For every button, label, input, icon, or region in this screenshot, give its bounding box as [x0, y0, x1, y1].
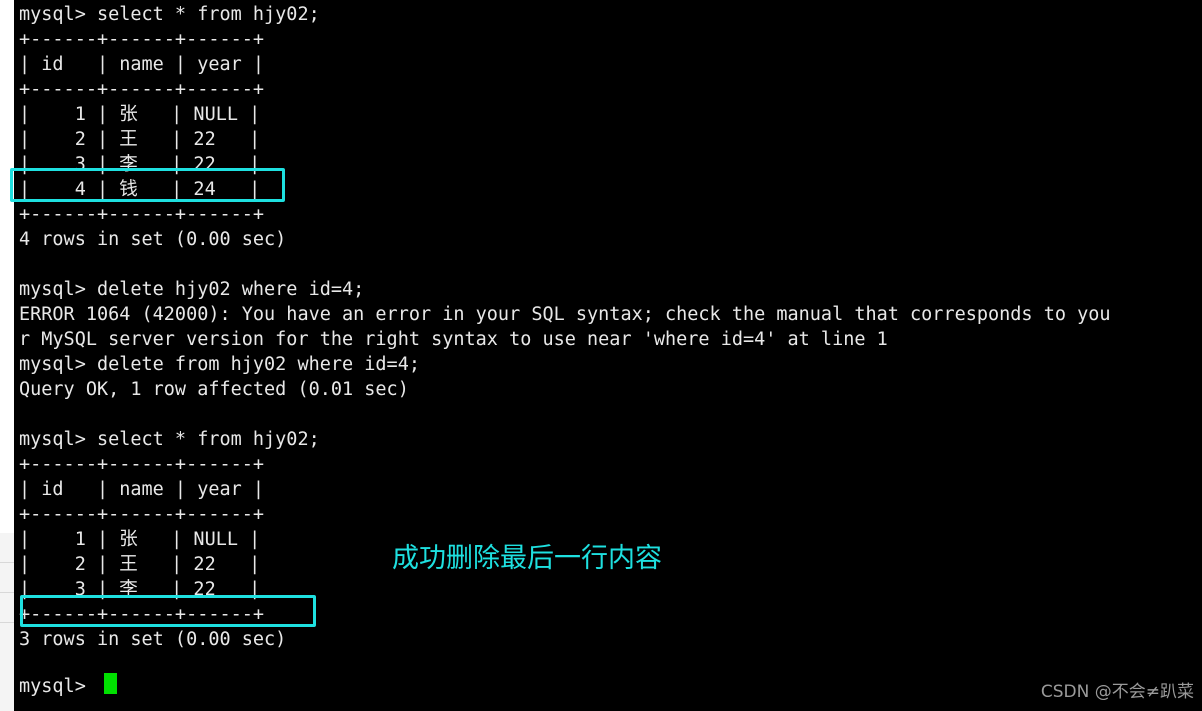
- terminal-cursor: [104, 673, 117, 694]
- terminal-line: +------+------+------+: [19, 29, 265, 50]
- terminal-line: mysql> select * from hjy02;: [19, 4, 320, 25]
- page-margin-rule: [0, 562, 14, 563]
- annotation-label-deleted-last-row: 成功删除最后一行内容: [392, 543, 662, 574]
- terminal-line: | 2 | 王 | 22 |: [19, 129, 261, 150]
- page-margin-rule: [0, 622, 14, 623]
- terminal-line: | id | name | year |: [19, 54, 265, 75]
- terminal-line: mysql> delete from hjy02 where id=4;: [19, 354, 420, 375]
- terminal-line: +------+------+------+: [19, 204, 265, 225]
- highlight-deleted-row: [10, 168, 285, 202]
- terminal-line: mysql>: [19, 676, 86, 697]
- terminal-line: 3 rows in set (0.00 sec): [19, 629, 287, 650]
- terminal-line: Query OK, 1 row affected (0.01 sec): [19, 379, 409, 400]
- terminal-line: ERROR 1064 (42000): You have an error in…: [19, 304, 1111, 325]
- screenshot-root: mysql> select * from hjy02; +------+-----…: [0, 0, 1202, 711]
- highlight-table-bottom-border: [20, 595, 316, 627]
- terminal-line: | 1 | 张 | NULL |: [19, 104, 261, 125]
- terminal-line: +------+------+------+: [19, 79, 265, 100]
- terminal-line: | 2 | 王 | 22 |: [19, 554, 261, 575]
- terminal-line: r MySQL server version for the right syn…: [19, 329, 888, 350]
- terminal-line: +------+------+------+: [19, 454, 265, 475]
- watermark-csdn: CSDN @不会≠趴菜: [1040, 682, 1194, 702]
- page-margin-rule: [0, 592, 14, 593]
- terminal-line: | id | name | year |: [19, 479, 265, 500]
- page-left-margin-strip: [0, 0, 14, 711]
- terminal-line: | 1 | 张 | NULL |: [19, 529, 261, 550]
- terminal-line: mysql> delete hjy02 where id=4;: [19, 279, 365, 300]
- terminal-line: 4 rows in set (0.00 sec): [19, 229, 287, 250]
- terminal-line: mysql> select * from hjy02;: [19, 429, 320, 450]
- terminal-line: +------+------+------+: [19, 504, 265, 525]
